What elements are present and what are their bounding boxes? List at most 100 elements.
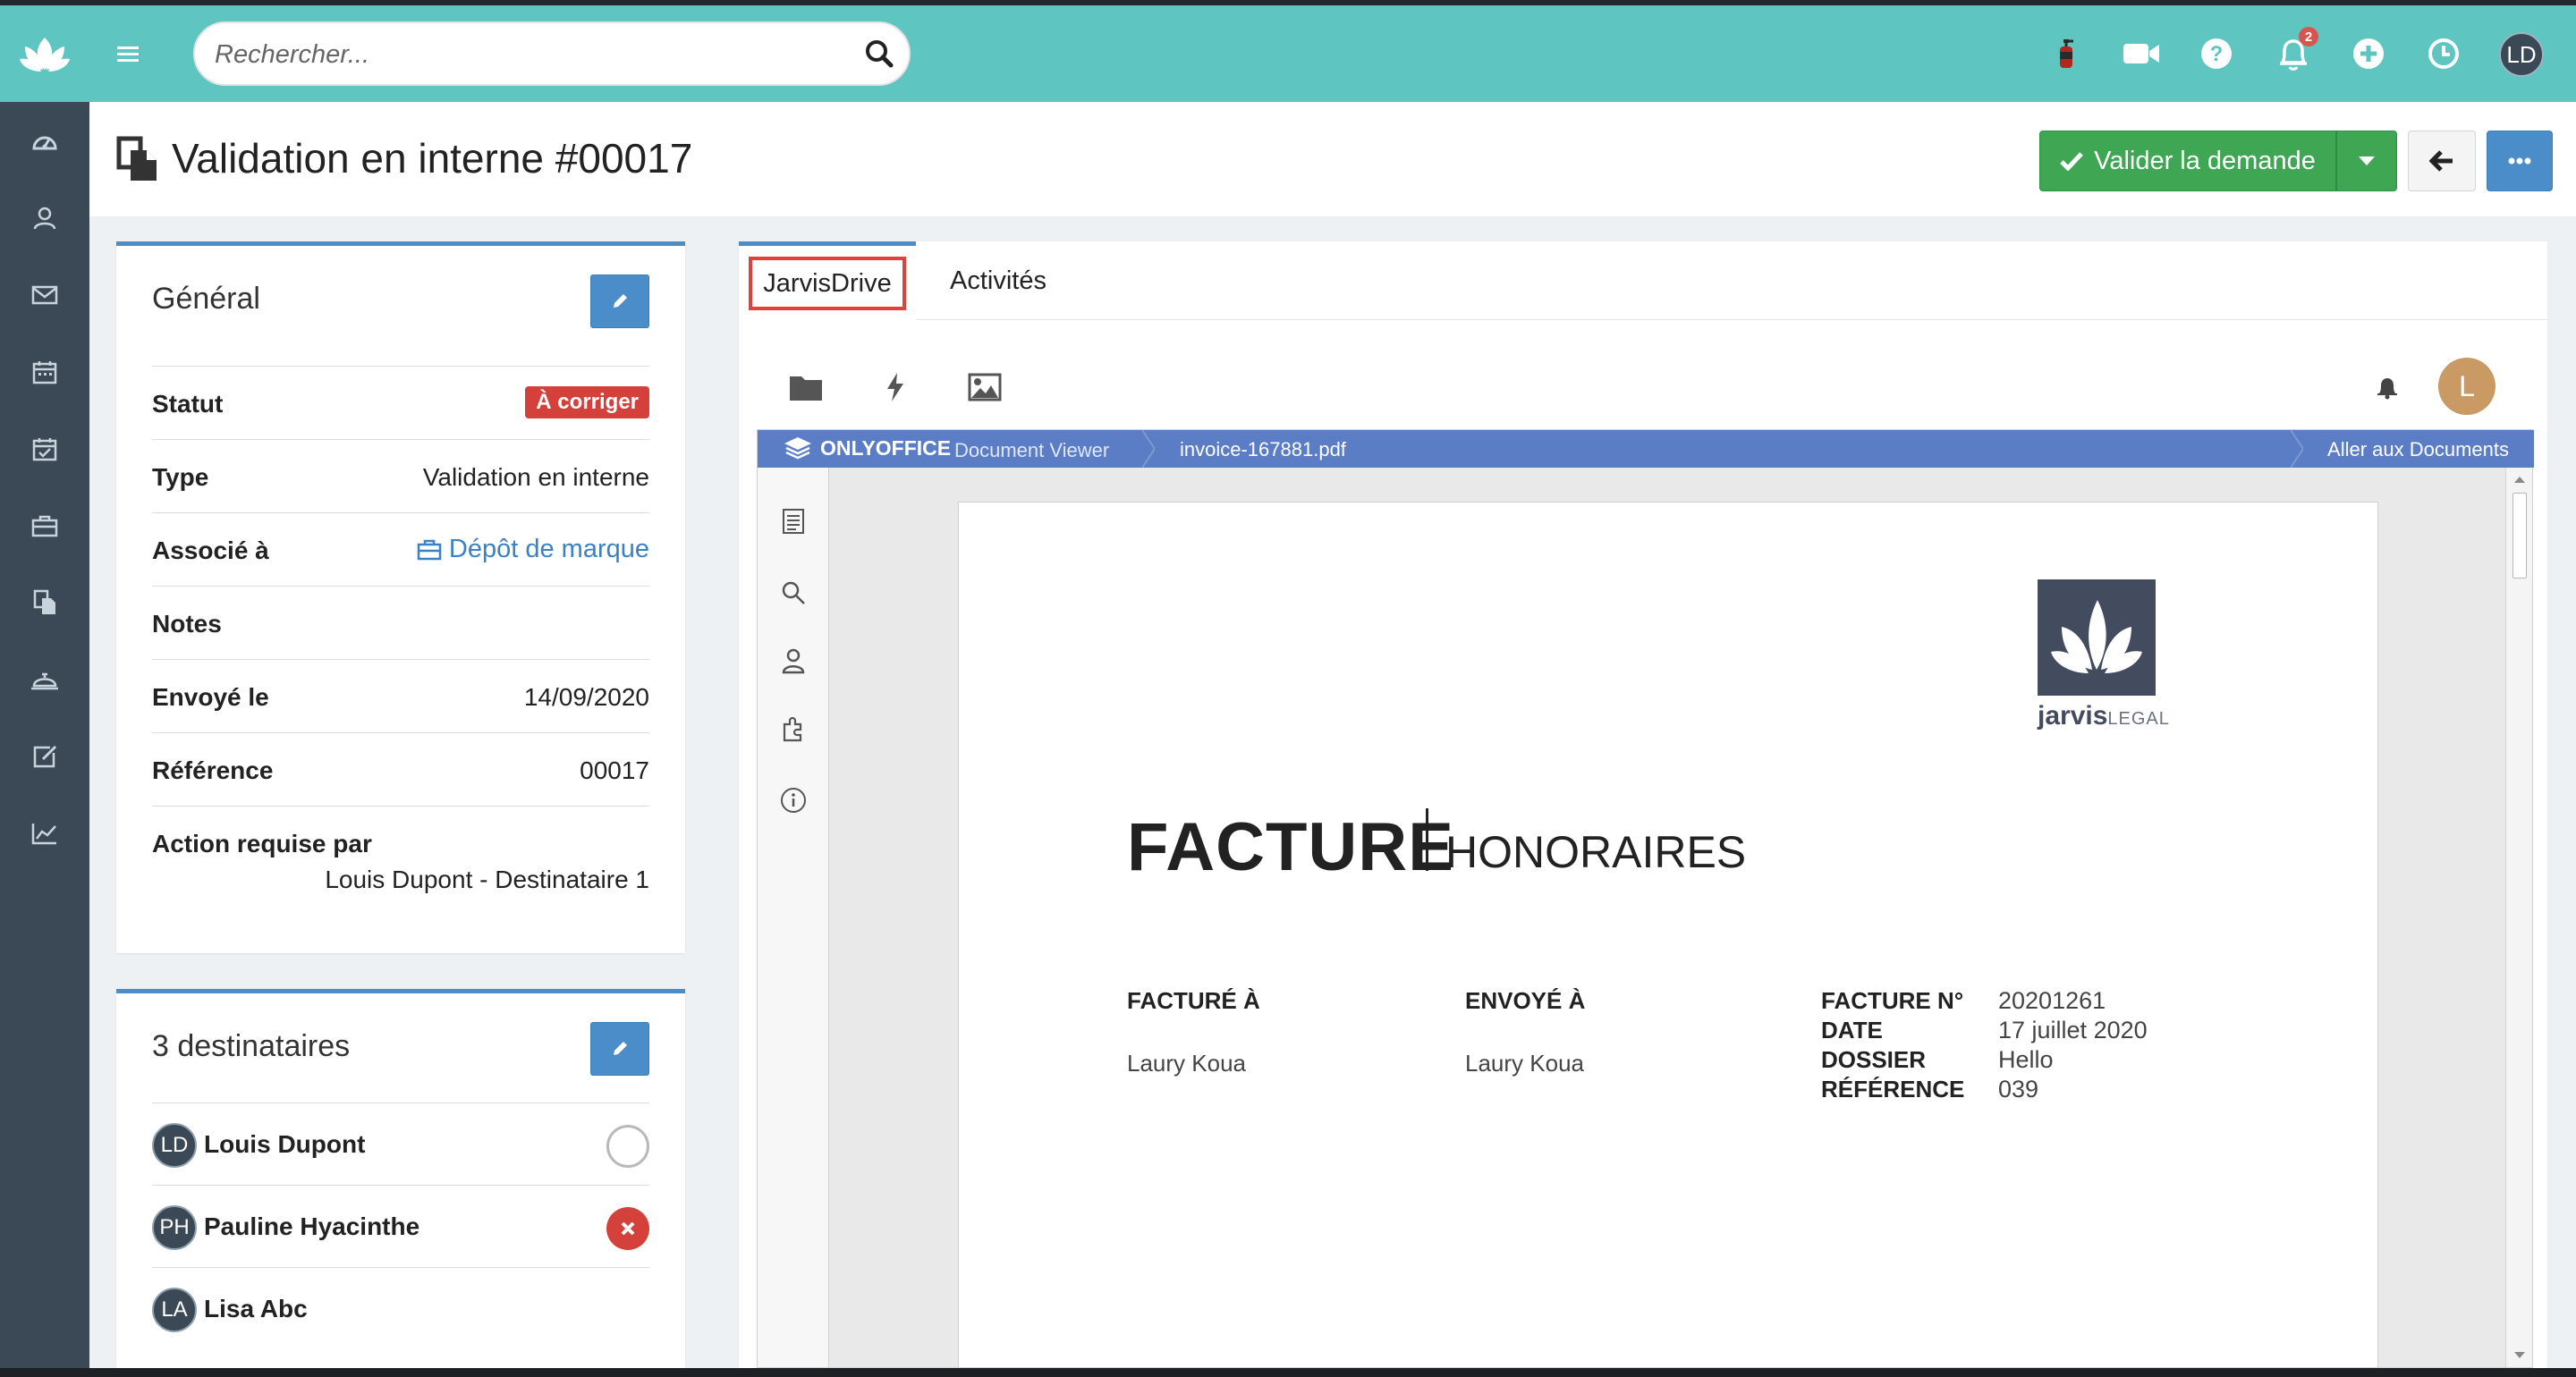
avatar: LD (152, 1123, 197, 1168)
viewer-filename: invoice-167881.pdf (1180, 438, 1346, 460)
billed-to-label: FACTURÉ À (1127, 987, 1260, 1014)
folder-button[interactable] (784, 365, 828, 410)
rejected-status-icon (606, 1207, 649, 1250)
plugins-button[interactable] (775, 713, 811, 748)
drive-notifications-button[interactable] (2365, 365, 2410, 410)
lotus-logo-icon (2051, 600, 2142, 673)
breadcrumb-separator-icon (2291, 430, 2303, 468)
quick-actions-button[interactable] (873, 365, 918, 410)
sidebar-item-reports[interactable] (0, 807, 89, 860)
field-action-required: Action requise par Louis Dupont - Destin… (152, 806, 649, 913)
documents-icon (116, 136, 157, 181)
images-button[interactable] (962, 365, 1007, 410)
document-viewer: ONLYOFFICE Document Viewer invoice-16788… (757, 429, 2534, 1368)
video-call-button[interactable] (2122, 34, 2161, 73)
validate-request-label: Valider la demande (2094, 146, 2316, 175)
back-button[interactable] (2408, 131, 2476, 191)
avatar[interactable]: L (2438, 358, 2496, 415)
invoice-subtitle: HONORAIRES (1445, 827, 1747, 877)
viewer-canvas[interactable]: jarvisLEGAL FACTURE HONORAIRES FACTURÉ À… (829, 468, 2507, 1367)
dossier-label: DOSSIER (1821, 1046, 1927, 1073)
menu-toggle-button[interactable] (114, 38, 141, 69)
viewer-search-button[interactable] (775, 575, 811, 611)
timer-button[interactable] (2424, 34, 2463, 73)
viewer-scrollbar[interactable] (2505, 468, 2532, 1367)
field-value: 00017 (580, 756, 649, 784)
recipient-row[interactable]: LA Lisa Abc (152, 1267, 649, 1349)
lotus-logo-icon (20, 38, 70, 72)
invoice-date-label: DATE (1821, 1017, 1883, 1043)
breadcrumb-separator-icon (1142, 430, 1155, 468)
pending-status-icon (606, 1125, 649, 1168)
field-status: Statut À corriger (152, 366, 649, 439)
avatar: LA (152, 1288, 197, 1332)
jarvis-legal-wordmark: jarvisLEGAL (2038, 701, 2170, 731)
field-label: Statut (152, 390, 224, 418)
sidebar-item-forms[interactable] (0, 730, 89, 783)
comments-button[interactable] (775, 643, 811, 679)
documents-icon (33, 589, 55, 614)
field-label: Type (152, 463, 209, 491)
edit-recipients-button[interactable] (590, 1022, 649, 1076)
field-value: Validation en interne (422, 463, 649, 491)
invoice-number-label: FACTURE N° (1821, 987, 1964, 1014)
onlyoffice-brand: ONLYOFFICE (820, 435, 952, 460)
page-header: Validation en interne #00017 Valider la … (89, 102, 2576, 216)
sidebar-item-tasks[interactable] (0, 422, 89, 476)
main-content: Validation en interne #00017 Valider la … (89, 102, 2576, 1368)
go-to-documents-link[interactable]: Aller aux Documents (2327, 438, 2509, 461)
billed-to-value: Laury Koua (1127, 1050, 1246, 1077)
field-value: 14/09/2020 (523, 683, 649, 711)
sidebar (0, 5, 89, 1368)
field-label: Associé à (152, 536, 269, 564)
associated-link-label: Dépôt de marque (448, 535, 649, 563)
sidebar-item-contacts[interactable] (0, 191, 89, 245)
info-icon (781, 788, 806, 813)
topbar: ? 2 LD (89, 5, 2576, 102)
document-info-button[interactable] (775, 782, 811, 818)
validate-request-button[interactable]: Valider la demande (2039, 131, 2336, 191)
clock-icon (2428, 38, 2459, 69)
tab-activites[interactable]: Activités (927, 241, 1070, 320)
sidebar-item-documents[interactable] (0, 576, 89, 629)
recipient-row[interactable]: LD Louis Dupont (152, 1102, 649, 1185)
sidebar-item-cases[interactable] (0, 499, 89, 553)
sent-to-label: ENVOYÉ À (1465, 987, 1586, 1014)
add-button[interactable] (2349, 34, 2388, 73)
app-logo[interactable] (0, 5, 89, 102)
search-button[interactable] (864, 38, 894, 69)
field-label: Action requise par (152, 830, 372, 857)
more-options-button[interactable] (2487, 131, 2553, 191)
user-icon (782, 648, 805, 674)
sidebar-item-services[interactable] (0, 653, 89, 706)
bell-service-icon (31, 672, 58, 690)
sidebar-item-mail[interactable] (0, 268, 89, 322)
page-thumbnails-button[interactable] (775, 503, 811, 539)
sidebar-item-dashboard[interactable] (0, 114, 89, 168)
tab-jarvisdrive[interactable]: JarvisDrive (739, 241, 916, 320)
contacts-icon (33, 207, 56, 230)
notifications-button[interactable]: 2 (2274, 27, 2318, 73)
recipient-row[interactable]: PH Pauline Hyacinthe (152, 1185, 649, 1267)
field-sent-date: Envoyé le 14/09/2020 (152, 659, 649, 732)
field-label: Notes (152, 610, 222, 638)
associated-link[interactable]: Dépôt de marque (417, 535, 649, 564)
fire-extinguisher-icon (2060, 39, 2073, 68)
recipient-name: Lisa Abc (204, 1295, 308, 1322)
onlyoffice-logo: ONLYOFFICE (783, 435, 951, 460)
tab-bar: JarvisDrive Activités (739, 241, 2547, 320)
help-button[interactable]: ? (2197, 34, 2236, 73)
folder-icon (790, 376, 822, 401)
fire-extinguisher-button[interactable] (2046, 34, 2086, 73)
validate-dropdown-button[interactable] (2336, 131, 2397, 191)
help-icon: ? (2201, 38, 2232, 69)
edit-general-button[interactable] (590, 275, 649, 328)
caret-down-icon (2359, 156, 2375, 165)
tab-label: JarvisDrive (749, 256, 906, 310)
search-input[interactable] (215, 32, 841, 77)
scrollbar-thumb[interactable] (2512, 493, 2527, 579)
sidebar-item-calendar[interactable] (0, 345, 89, 399)
field-label: Envoyé le (152, 683, 269, 711)
field-reference: Référence 00017 (152, 732, 649, 806)
user-avatar[interactable]: LD (2499, 32, 2544, 77)
